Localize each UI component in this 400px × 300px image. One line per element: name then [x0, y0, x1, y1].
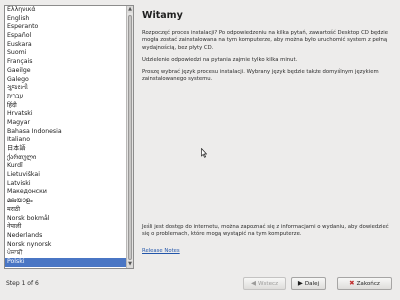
- internet-note: Jeśli jest dostęp do internetu, można za…: [142, 224, 389, 238]
- language-items: Ελληνικά English Esperanto Español Euskara Su…: [5, 6, 133, 267]
- language-item[interactable]: Esperanto: [5, 23, 133, 32]
- language-item[interactable]: Italiano: [5, 136, 133, 145]
- language-item[interactable]: Latviski: [5, 180, 133, 189]
- language-item[interactable]: Galego: [5, 76, 133, 85]
- language-item[interactable]: 日本語: [5, 145, 133, 154]
- language-item[interactable]: Euskara: [5, 41, 133, 50]
- language-list-scrollbar[interactable]: ▲ ▼: [126, 6, 133, 268]
- language-item[interactable]: Suomi: [5, 49, 133, 58]
- next-button-label: Dalej: [304, 280, 320, 287]
- back-arrow-icon: ◀: [250, 279, 256, 288]
- language-item[interactable]: Magyar: [5, 119, 133, 128]
- language-item[interactable]: मराठी: [5, 206, 133, 215]
- close-icon: ✖: [349, 279, 355, 288]
- next-arrow-icon: ▶: [297, 279, 303, 288]
- page-title: Witamy: [142, 10, 183, 21]
- scroll-down-icon[interactable]: ▼: [127, 261, 133, 268]
- language-item[interactable]: ქართული: [5, 154, 133, 163]
- quit-button-label: Zakończ: [356, 280, 380, 287]
- language-paragraph: Proszę wybrać język procesu instalacji. …: [142, 69, 379, 83]
- language-item[interactable]: עברית: [5, 93, 133, 102]
- language-item[interactable]: हिंदी: [5, 102, 133, 111]
- step-indicator: Step 1 of 6: [6, 280, 39, 287]
- scroll-up-icon[interactable]: ▲: [127, 6, 133, 13]
- scroll-thumb[interactable]: [128, 15, 132, 260]
- intro-paragraph: Rozpoczęć proces instalacji? Po odpowied…: [142, 30, 389, 51]
- language-item[interactable]: Lietuviškai: [5, 171, 133, 180]
- language-item[interactable]: ਪੰਜਾਬੀ: [5, 249, 133, 258]
- next-button[interactable]: ▶ Dalej: [291, 277, 326, 290]
- language-item[interactable]: Nederlands: [5, 232, 133, 241]
- mouse-cursor-icon: [201, 148, 207, 158]
- language-item[interactable]: English: [5, 15, 133, 24]
- release-notes-link[interactable]: Release Notes: [142, 248, 180, 254]
- language-item[interactable]: Kurdî: [5, 162, 133, 171]
- back-button[interactable]: ◀ Wstecz: [243, 277, 286, 290]
- language-list[interactable]: Ελληνικά English Esperanto Español Euskara Su…: [4, 5, 134, 269]
- welcome-panel: Witamy Rozpoczęć proces instalacji? Po o…: [142, 10, 394, 89]
- duration-paragraph: Udzielenie odpowiedzi na pytania zajmie …: [142, 56, 298, 63]
- language-item[interactable]: नेपाली: [5, 223, 133, 232]
- language-item[interactable]: ગુજરાતી: [5, 84, 133, 93]
- language-item[interactable]: Bahasa Indonesia: [5, 128, 133, 137]
- quit-button[interactable]: ✖ Zakończ: [337, 277, 392, 290]
- language-item[interactable]: Norsk bokmål: [5, 215, 133, 224]
- language-item[interactable]: Polski: [5, 257, 133, 267]
- back-button-label: Wstecz: [257, 280, 279, 287]
- language-item[interactable]: Gaeilge: [5, 67, 133, 76]
- language-item[interactable]: മലയാളം: [5, 197, 133, 206]
- language-item[interactable]: Македонски: [5, 188, 133, 197]
- language-item[interactable]: Ελληνικά: [5, 6, 133, 15]
- language-item[interactable]: Français: [5, 58, 133, 67]
- language-item[interactable]: Norsk nynorsk: [5, 241, 133, 250]
- language-item[interactable]: Hrvatski: [5, 110, 133, 119]
- language-item[interactable]: Español: [5, 32, 133, 41]
